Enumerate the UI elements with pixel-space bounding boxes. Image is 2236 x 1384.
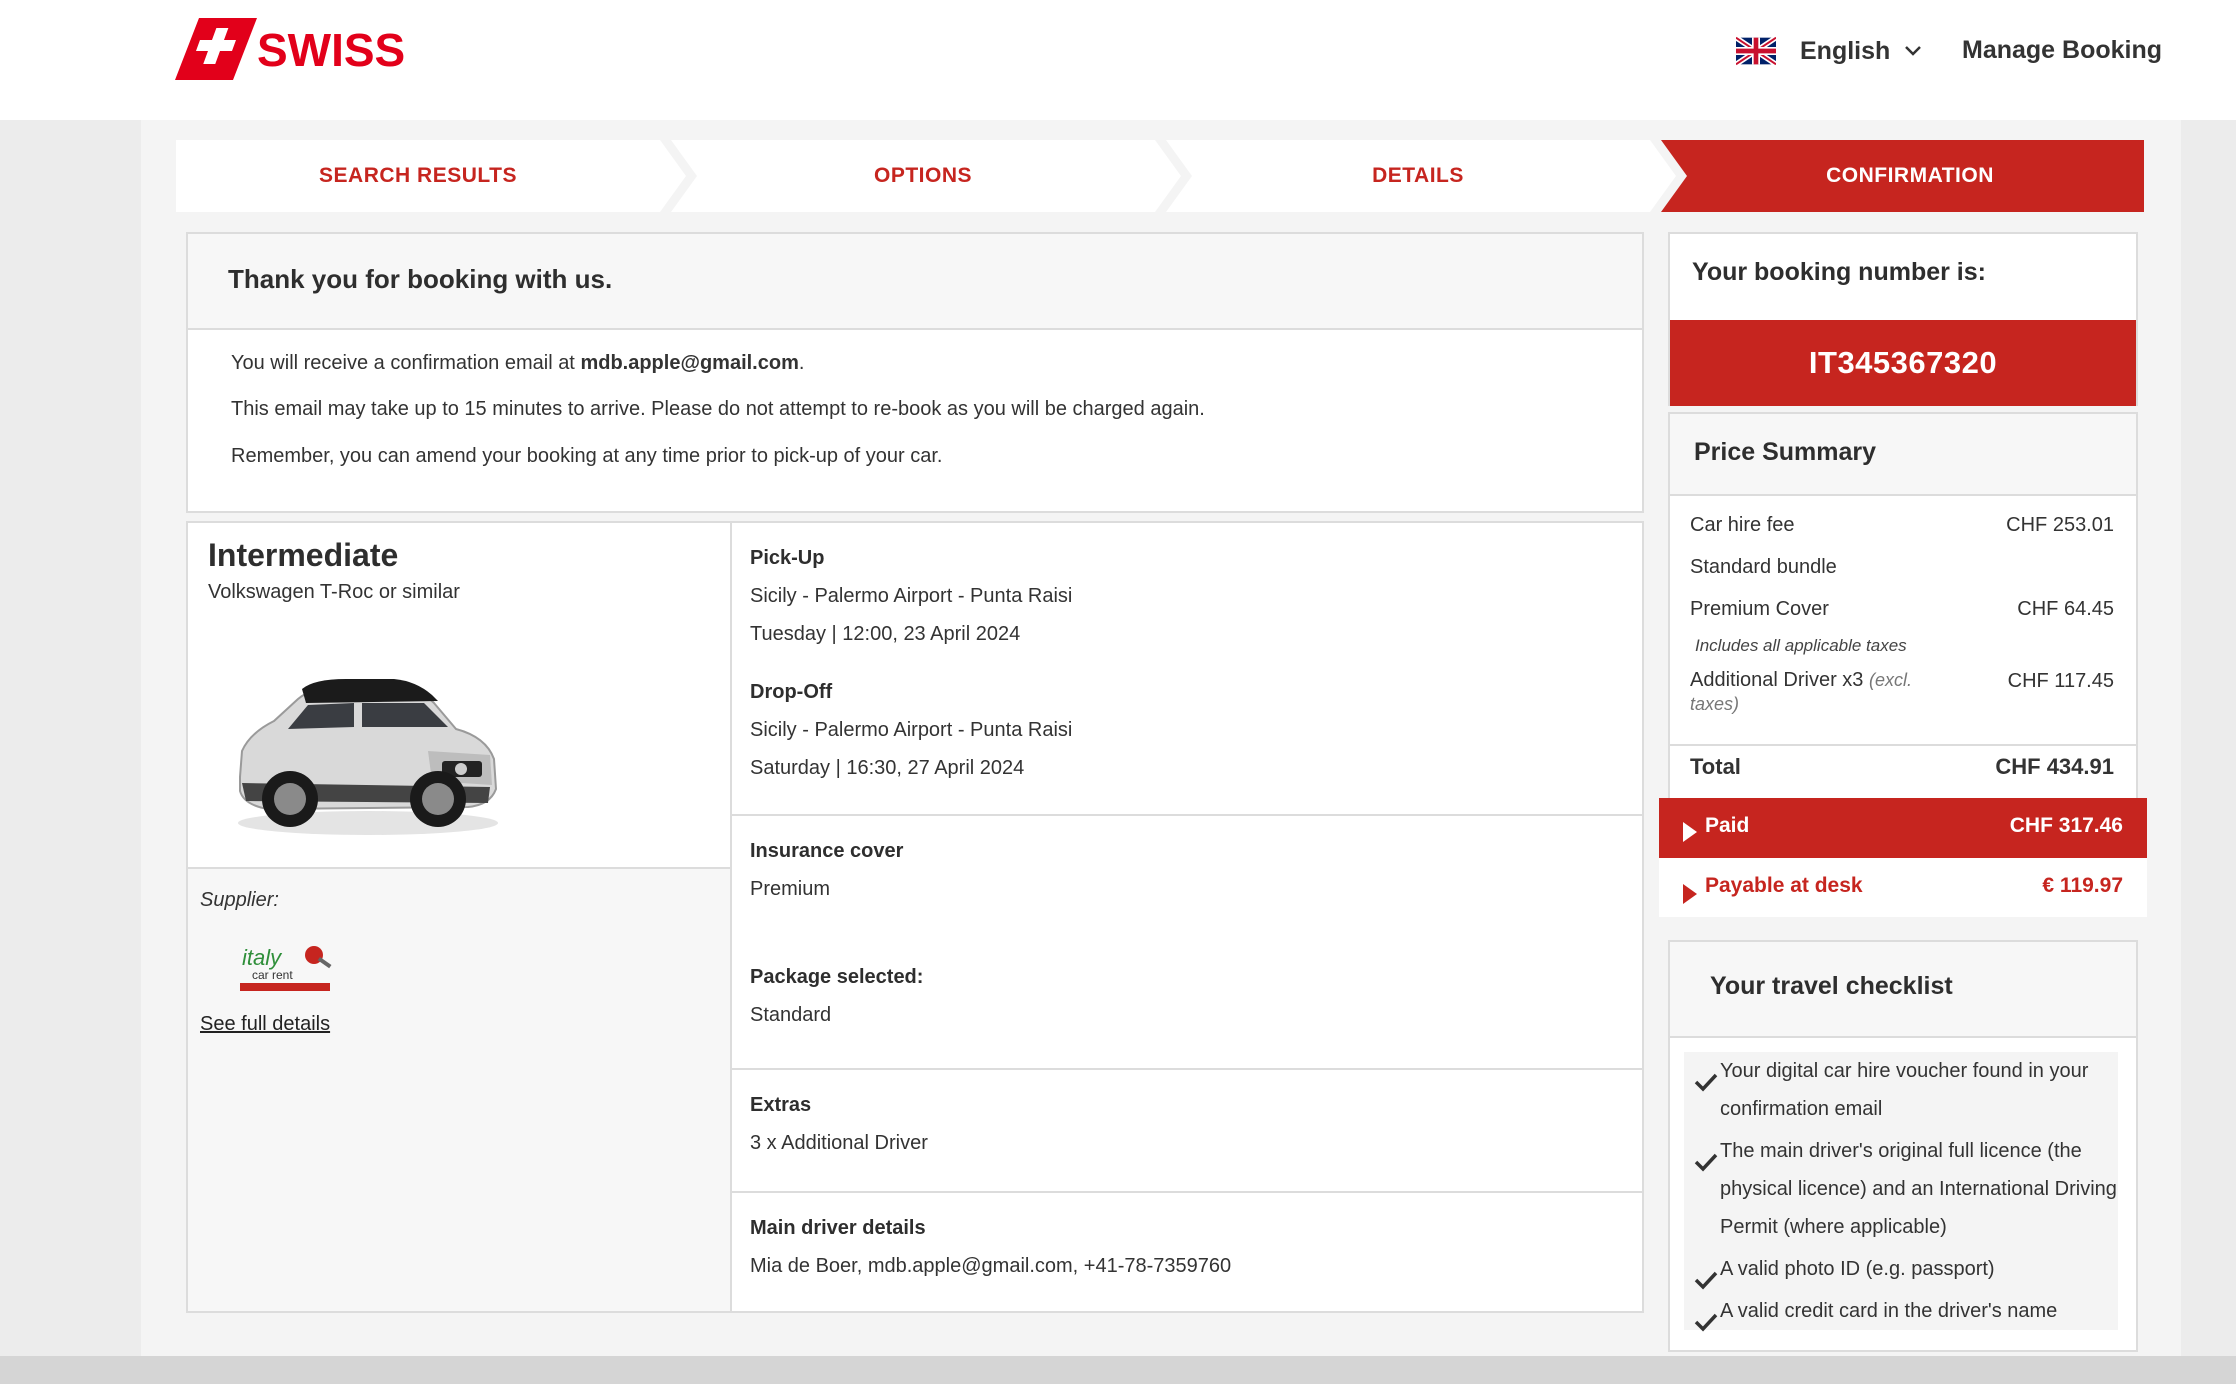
checklist-item: Your digital car hire voucher found in y… (1720, 1060, 2089, 1120)
step-label: DETAILS (1372, 164, 1464, 187)
package-value: Standard (750, 1004, 832, 1026)
checkmark-icon (1694, 1153, 1718, 1172)
travel-checklist-card: Your travel checklist Your digital car h… (1668, 940, 2138, 1352)
car-hire-fee-value: CHF 253.01 (2006, 514, 2114, 536)
thank-you-header: Thank you for booking with us. (188, 234, 1642, 330)
supplier-label: Supplier: (200, 889, 279, 911)
checklist-title: Your travel checklist (1710, 972, 1953, 1000)
paid-label: Paid (1705, 814, 1750, 837)
insurance-value: Premium (750, 878, 831, 900)
total-value: CHF 434.91 (1995, 754, 2114, 779)
confirmation-email-text: You will receive a confirmation email at… (231, 352, 805, 374)
step-confirmation: CONFIRMATION (1676, 140, 2144, 212)
confirmation-email: mdb.apple@gmail.com (580, 352, 799, 374)
checkmark-icon (1694, 1073, 1718, 1092)
booking-progress-steps: SEARCH RESULTS OPTIONS DETAILS CONFIRMAT… (176, 140, 2144, 212)
pickup-dropoff-section: Pick-Up Sicily - Palermo Airport - Punta… (730, 523, 1642, 816)
site-header: SWISS English Manage Booking (0, 0, 2236, 120)
price-summary-title: Price Summary (1694, 438, 1877, 466)
step-search-results[interactable]: SEARCH RESULTS (176, 140, 660, 212)
dropoff-location: Sicily - Palermo Airport - Punta Raisi (750, 719, 1073, 741)
car-image (238, 679, 498, 835)
payable-at-desk-row: Payable at desk € 119.97 (1659, 858, 2147, 917)
standard-bundle-label: Standard bundle (1690, 556, 1837, 578)
pickup-datetime: Tuesday | 12:00, 23 April 2024 (750, 623, 1021, 645)
extras-value: 3 x Additional Driver (750, 1132, 928, 1154)
paid-row: Paid CHF 317.46 (1659, 798, 2147, 858)
checkmark-icon (1694, 1271, 1718, 1290)
payable-at-desk-label: Payable at desk (1705, 874, 1863, 897)
payable-at-desk-value: € 119.97 (2042, 874, 2123, 897)
checklist-header: Your travel checklist (1670, 942, 2136, 1038)
language-selector[interactable]: English (1736, 34, 1922, 68)
insurance-package-section: Insurance cover Premium Package selected… (730, 814, 1642, 1070)
checklist-item: A valid credit card in the driver's name (1720, 1300, 2058, 1322)
footer-strip (0, 1356, 2236, 1384)
checklist-item: A valid photo ID (e.g. passport) (1720, 1258, 1995, 1280)
paid-value: CHF 317.46 (2009, 814, 2123, 837)
additional-driver-label: Additional Driver x3 (excl. taxes) (1690, 669, 1912, 714)
dropoff-heading: Drop-Off (750, 681, 833, 703)
main-driver-section: Main driver details Mia de Boer, mdb.app… (730, 1191, 1642, 1311)
step-label: CONFIRMATION (1826, 164, 1994, 187)
pickup-heading: Pick-Up (750, 547, 825, 569)
booking-number-title: Your booking number is: (1692, 258, 1986, 286)
dropoff-datetime: Saturday | 16:30, 27 April 2024 (750, 757, 1025, 779)
driver-value: Mia de Boer, mdb.apple@gmail.com, +41-78… (750, 1255, 1232, 1277)
booking-number-card: Your booking number is: IT345367320 (1668, 232, 2138, 406)
step-details[interactable]: DETAILS (1181, 140, 1655, 212)
additional-driver-value: CHF 117.45 (2007, 670, 2114, 692)
extras-heading: Extras (750, 1094, 812, 1116)
car-hire-fee-label: Car hire fee (1690, 514, 1795, 536)
paid-arrow-icon (1683, 822, 1697, 842)
desk-arrow-icon (1683, 884, 1697, 904)
manage-booking-link[interactable]: Manage Booking (1962, 36, 2162, 65)
thank-you-card: Thank you for booking with us. You will … (186, 232, 1644, 513)
car-panel: Intermediate Volkswagen T-Roc or similar… (188, 523, 732, 1311)
step-label: OPTIONS (873, 164, 972, 187)
svg-text:car rent: car rent (252, 968, 293, 982)
brand-wordmark: SWISS (257, 24, 405, 76)
price-summary-header: Price Summary (1670, 414, 2136, 496)
email-delay-text: This email may take up to 15 minutes to … (231, 398, 1205, 420)
step-label: SEARCH RESULTS (319, 164, 517, 187)
amend-booking-text: Remember, you can amend your booking at … (231, 445, 943, 467)
price-summary-card: Price Summary Car hire fee CHF 253.01 St… (1668, 412, 2138, 802)
booking-details-card: Intermediate Volkswagen T-Roc or similar… (186, 521, 1644, 1313)
checklist-item: The main driver's original full licence … (1720, 1140, 2117, 1238)
taxes-note: Includes all applicable taxes (1695, 636, 1907, 655)
package-heading: Package selected: (750, 966, 924, 988)
supplier-logo: italy car rent (240, 945, 332, 991)
step-options[interactable]: OPTIONS (686, 140, 1160, 212)
premium-cover-value: CHF 64.45 (2017, 598, 2114, 620)
total-label: Total (1690, 754, 1741, 779)
insurance-heading: Insurance cover (750, 840, 904, 862)
svg-text:italy: italy (242, 945, 283, 970)
checkmark-icon (1694, 1313, 1718, 1332)
driver-heading: Main driver details (750, 1217, 926, 1239)
extras-section: Extras 3 x Additional Driver (730, 1068, 1642, 1193)
booking-number: IT345367320 (1670, 320, 2136, 406)
swiss-logo[interactable]: SWISS (175, 18, 435, 80)
pickup-location: Sicily - Palermo Airport - Punta Raisi (750, 585, 1073, 607)
total-divider (1670, 744, 2136, 746)
car-info-box: Intermediate Volkswagen T-Roc or similar (188, 523, 730, 867)
uk-flag-icon (1736, 36, 1776, 66)
car-divider (188, 867, 730, 869)
checklist-items: Your digital car hire voucher found in y… (1684, 1052, 2118, 1332)
premium-cover-label: Premium Cover (1690, 598, 1829, 620)
car-category: Intermediate (208, 537, 399, 573)
chevron-down-icon (1905, 46, 1922, 56)
thank-you-title: Thank you for booking with us. (228, 264, 613, 294)
see-full-details-link[interactable]: See full details (200, 1013, 330, 1036)
language-label: English (1800, 36, 1891, 65)
car-model: Volkswagen T-Roc or similar (208, 581, 460, 603)
